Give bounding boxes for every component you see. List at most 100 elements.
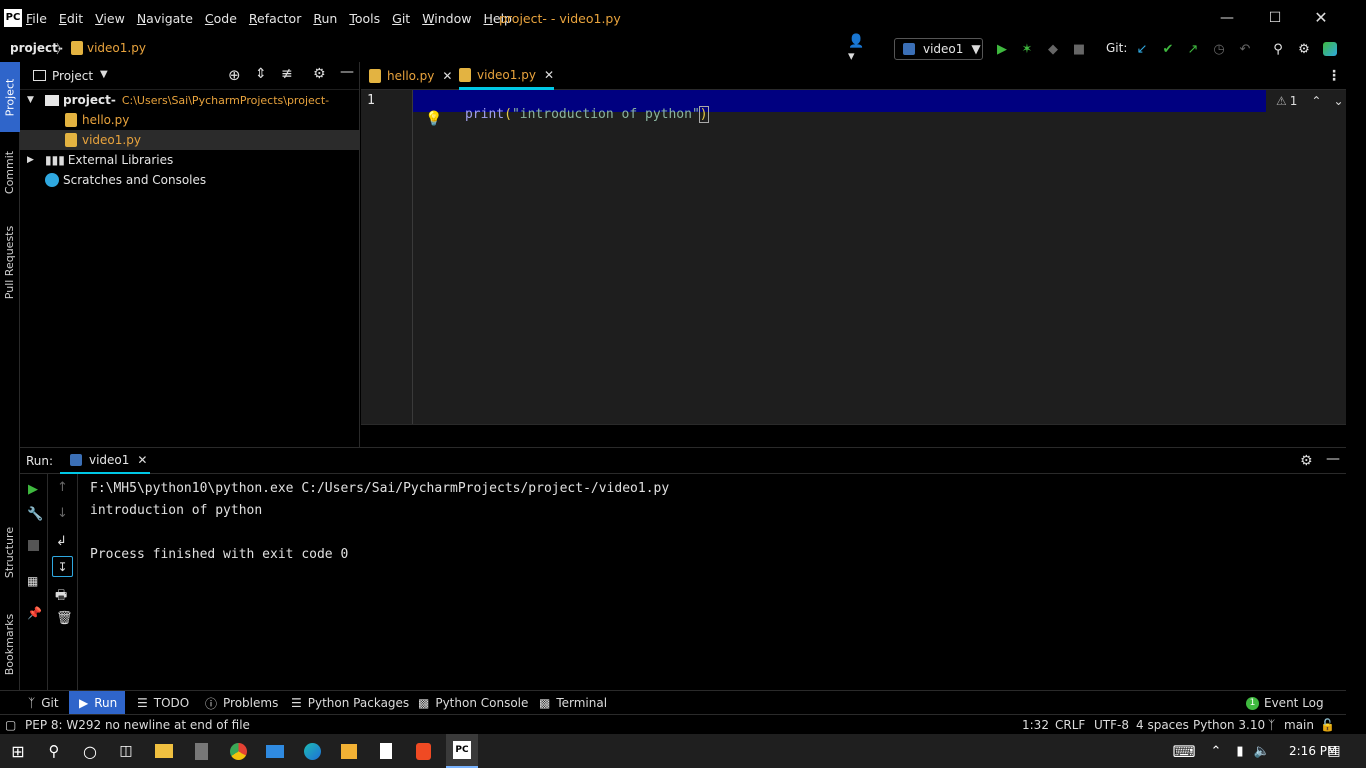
- breadcrumb-project[interactable]: project-: [10, 41, 63, 55]
- caret-position[interactable]: 1:32: [1022, 715, 1049, 735]
- tree-row-scratches[interactable]: Scratches and Consoles: [20, 170, 360, 190]
- code-line[interactable]: print("introduction of python"): [413, 90, 1266, 123]
- collapse-all-icon[interactable]: ≢: [281, 66, 293, 82]
- tree-row-root[interactable]: ▼ project- C:\Users\Sai\PycharmProjects\…: [20, 90, 360, 110]
- menu-edit[interactable]: Edit: [59, 11, 83, 26]
- tool-window-event-log[interactable]: 1 Event Log: [1246, 691, 1324, 715]
- code-text[interactable]: print("introduction of python"): [418, 92, 709, 137]
- menu-git[interactable]: Git: [392, 11, 410, 26]
- scroll-to-end-icon[interactable]: ↧: [52, 556, 73, 577]
- debug-icon[interactable]: ✶: [1016, 38, 1038, 60]
- tool-window-run[interactable]: ▶ Run: [69, 691, 125, 715]
- git-branch[interactable]: main: [1284, 715, 1314, 735]
- arrow-up-icon[interactable]: ↑: [57, 480, 68, 495]
- editor-tab-hello-py[interactable]: hello.py ✕: [369, 62, 452, 90]
- chevron-up-icon[interactable]: ⌃: [1311, 94, 1321, 108]
- pin-icon[interactable]: 📌: [27, 606, 42, 620]
- print-icon[interactable]: 🖶: [55, 586, 67, 608]
- tree-row-external-libraries[interactable]: ▶ ▮▮▮ External Libraries: [20, 150, 360, 170]
- hide-pane-icon[interactable]: —: [340, 64, 354, 80]
- menu-code[interactable]: Code: [205, 11, 237, 26]
- mail-icon[interactable]: [263, 739, 287, 763]
- tool-window-python-console[interactable]: ▩ Python Console: [418, 691, 528, 715]
- windows-start-icon[interactable]: ⊞: [6, 739, 30, 763]
- chevron-down-icon[interactable]: ▼: [100, 69, 108, 80]
- close-tab-icon[interactable]: ✕: [442, 69, 452, 83]
- pane-settings-gear-icon[interactable]: ⚙: [313, 66, 326, 82]
- tab-project[interactable]: Project: [0, 62, 20, 132]
- hide-run-icon[interactable]: —: [1326, 451, 1340, 467]
- run-settings-gear-icon[interactable]: ⚙: [1300, 453, 1313, 469]
- pycharm-taskbar-icon[interactable]: PC: [446, 734, 478, 768]
- menu-run[interactable]: Run: [313, 11, 337, 26]
- volume-icon[interactable]: 🔈: [1250, 739, 1274, 763]
- history-icon[interactable]: ◷: [1208, 38, 1230, 60]
- chrome-icon[interactable]: [226, 739, 250, 763]
- close-icon[interactable]: ✕: [1306, 6, 1336, 30]
- line-separator[interactable]: CRLF: [1055, 715, 1085, 735]
- close-tab-icon[interactable]: ✕: [544, 68, 554, 82]
- tree-row-hello-py[interactable]: hello.py: [20, 110, 360, 130]
- editor-tab-video1-py[interactable]: video1.py ✕: [459, 62, 555, 90]
- document-icon[interactable]: [374, 739, 398, 763]
- git-push-icon[interactable]: ↗: [1182, 38, 1204, 60]
- keyboard-icon[interactable]: ⌨: [1172, 739, 1196, 763]
- settings-gear-icon[interactable]: ⚙: [1293, 38, 1315, 60]
- task-view-icon[interactable]: ◫: [114, 739, 138, 763]
- menu-tools[interactable]: Tools: [349, 11, 380, 26]
- chevron-up-icon[interactable]: ⌃: [1204, 739, 1228, 763]
- tab-structure[interactable]: Structure: [0, 512, 20, 592]
- run-configuration-selector[interactable]: video1 ▼: [894, 38, 983, 60]
- menu-file[interactable]: File: [26, 11, 47, 26]
- clear-trash-icon[interactable]: 🗑: [56, 611, 73, 626]
- chevron-down-icon[interactable]: ⌄: [1333, 94, 1343, 108]
- store-icon[interactable]: [337, 739, 361, 763]
- python-interpreter[interactable]: Python 3.10: [1193, 715, 1265, 735]
- calculator-icon[interactable]: [189, 739, 213, 763]
- wrench-icon[interactable]: 🔧: [27, 507, 43, 522]
- tool-window-python-packages[interactable]: ☰ Python Packages: [291, 691, 409, 715]
- expand-all-icon[interactable]: ⇕: [255, 66, 267, 82]
- coverage-icon[interactable]: ◆: [1042, 38, 1064, 60]
- tab-commit[interactable]: Commit: [0, 138, 20, 206]
- stop-icon[interactable]: ■: [1068, 38, 1090, 60]
- close-tab-icon[interactable]: ✕: [137, 453, 147, 467]
- edge-icon[interactable]: [300, 739, 324, 763]
- inspection-widget[interactable]: ⚠ 1 ⌃ ⌄: [1276, 94, 1344, 108]
- notification-icon[interactable]: ▤: [1322, 739, 1346, 763]
- stop-icon[interactable]: [28, 540, 39, 551]
- menu-navigate[interactable]: Navigate: [137, 11, 193, 26]
- run-console-output[interactable]: F:\MH5\python10\python.exe C:/Users/Sai/…: [78, 474, 1346, 690]
- tool-window-git[interactable]: ᛉ Git: [28, 691, 59, 715]
- breadcrumb-file[interactable]: video1.py: [87, 41, 146, 55]
- cortana-icon[interactable]: ○: [78, 739, 102, 763]
- tab-bookmarks[interactable]: Bookmarks: [0, 602, 20, 686]
- lightbulb-icon[interactable]: 💡: [425, 111, 442, 127]
- git-update-icon[interactable]: ↙: [1131, 38, 1153, 60]
- indent-setting[interactable]: 4 spaces: [1136, 715, 1189, 735]
- git-commit-icon[interactable]: ✔: [1157, 38, 1179, 60]
- battery-icon[interactable]: ▮: [1228, 739, 1252, 763]
- lock-icon[interactable]: 🔓: [1320, 715, 1335, 735]
- arrow-down-icon[interactable]: ↓: [57, 506, 68, 521]
- rollback-icon[interactable]: ↶: [1234, 38, 1256, 60]
- locate-file-icon[interactable]: ⊕: [228, 66, 241, 84]
- file-explorer-icon[interactable]: [152, 739, 176, 763]
- menu-window[interactable]: Window: [422, 11, 471, 26]
- more-options-icon[interactable]: ⋮: [1327, 68, 1341, 84]
- layout-icon[interactable]: ▦: [27, 574, 38, 588]
- brave-icon[interactable]: [411, 739, 435, 763]
- status-message[interactable]: PEP 8: W292 no newline at end of file: [25, 715, 250, 735]
- status-toggle-icon[interactable]: ▢: [5, 715, 16, 735]
- tab-pull-requests[interactable]: Pull Requests: [0, 212, 20, 312]
- user-icon[interactable]: 👤▾: [848, 34, 870, 64]
- search-icon[interactable]: ⚲: [1267, 38, 1289, 60]
- run-tab-video1[interactable]: video1 ✕: [60, 448, 150, 475]
- menu-view[interactable]: View: [95, 11, 125, 26]
- file-encoding[interactable]: UTF-8: [1094, 715, 1129, 735]
- menu-refactor[interactable]: Refactor: [249, 11, 301, 26]
- search-icon[interactable]: ⚲: [42, 739, 66, 763]
- soft-wrap-icon[interactable]: ↲: [56, 534, 67, 549]
- run-icon[interactable]: ▶: [991, 38, 1013, 60]
- tool-window-todo[interactable]: ☰ TODO: [137, 691, 189, 715]
